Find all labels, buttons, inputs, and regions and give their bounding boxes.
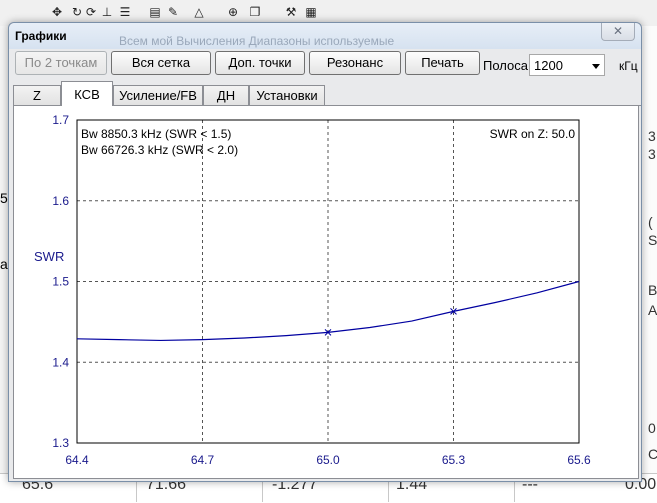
align-icon[interactable]: ⊥ bbox=[100, 5, 114, 19]
x-tick-label: 65.3 bbox=[442, 453, 466, 467]
bg-left-fragment: 5 bbox=[0, 190, 8, 206]
refresh-icon[interactable]: ⟳ bbox=[84, 5, 98, 19]
swr-chart: 64.4 64.7 65.0 65.3 65.6 1.3 1.4 1.5 1.6 1.7 SWR Bw… bbox=[34, 113, 591, 467]
y-tick-label: 1.4 bbox=[52, 355, 69, 369]
band-unit-label: кГц bbox=[619, 59, 638, 73]
pen-icon[interactable]: ✎ bbox=[166, 5, 180, 19]
target-icon[interactable]: ⊕ bbox=[226, 5, 240, 19]
x-tick-label: 64.4 bbox=[65, 453, 89, 467]
triangle-icon[interactable]: △ bbox=[192, 5, 206, 19]
bg-right-fragment: ( bbox=[648, 214, 653, 230]
move-icon[interactable]: ✥ bbox=[50, 5, 64, 19]
y-tick-label: 1.7 bbox=[52, 113, 69, 127]
bg-right-fragment: C bbox=[648, 446, 657, 462]
chevron-down-icon[interactable] bbox=[592, 64, 600, 69]
bg-right-fragment: A bbox=[648, 302, 657, 318]
bg-right-fragment: S bbox=[648, 232, 657, 248]
tools-icon[interactable]: ⚒ bbox=[284, 5, 298, 19]
bandwidth-annotation: Bw 66726.3 kHz (SWR < 2.0) bbox=[81, 143, 238, 157]
bg-right-fragment: 3. bbox=[648, 146, 657, 162]
band-select[interactable]: 1200 bbox=[529, 54, 605, 76]
close-button[interactable]: ✕ bbox=[601, 23, 635, 41]
tab-pattern[interactable]: ДН bbox=[203, 85, 249, 106]
segments-icon[interactable]: ☰ bbox=[118, 5, 132, 19]
resonance-button[interactable]: Резонанс bbox=[309, 51, 401, 75]
tab-swr[interactable]: КСВ bbox=[61, 81, 113, 106]
tab-gain-fb[interactable]: Усиление/FB bbox=[113, 85, 203, 106]
bg-right-fragment: 0 bbox=[648, 420, 656, 436]
copy-icon[interactable]: ❐ bbox=[248, 5, 262, 19]
y-axis-label: SWR bbox=[34, 249, 64, 264]
two-points-button[interactable]: По 2 точкам bbox=[15, 51, 107, 75]
bg-right-fragment: B bbox=[648, 282, 657, 298]
swr-reference-annotation: SWR on Z: 50.0 bbox=[490, 127, 576, 141]
x-tick-label: 65.0 bbox=[316, 453, 340, 467]
tab-z[interactable]: Z bbox=[13, 85, 61, 106]
band-label: Полоса bbox=[483, 58, 528, 73]
print-button[interactable]: Печать bbox=[405, 51, 480, 75]
y-tick-label: 1.5 bbox=[52, 275, 69, 289]
dialog-title: Графики bbox=[15, 29, 67, 43]
y-tick-label: 1.6 bbox=[52, 194, 69, 208]
bg-right-fragment: 3 bbox=[648, 128, 656, 144]
dialog-titlebar[interactable]: Графики Всем мой Вычисления Диапазоны ис… bbox=[9, 23, 641, 49]
band-value: 1200 bbox=[534, 58, 563, 73]
charts-dialog: Графики Всем мой Вычисления Диапазоны ис… bbox=[8, 22, 642, 482]
extra-points-button[interactable]: Доп. точки bbox=[215, 51, 305, 75]
x-tick-label: 64.7 bbox=[191, 453, 215, 467]
bg-left-fragment: a bbox=[0, 256, 8, 272]
tab-settings[interactable]: Установки bbox=[249, 85, 325, 106]
chart-panel: 64.4 64.7 65.0 65.3 65.6 1.3 1.4 1.5 1.6 1.7 SWR Bw… bbox=[13, 106, 639, 479]
all-grid-button[interactable]: Вся сетка bbox=[111, 51, 211, 75]
bandwidth-annotation: Bw 8850.3 kHz (SWR < 1.5) bbox=[81, 127, 231, 141]
close-icon: ✕ bbox=[612, 24, 624, 38]
rotate-icon[interactable]: ↻ bbox=[70, 5, 84, 19]
background-ghost-text: Всем мой Вычисления Диапазоны используем… bbox=[119, 34, 395, 48]
calculator-icon[interactable]: ▦ bbox=[304, 5, 318, 19]
y-tick-label: 1.3 bbox=[52, 436, 69, 450]
x-tick-label: 65.6 bbox=[567, 453, 591, 467]
document-icon[interactable]: ▤ bbox=[148, 5, 162, 19]
